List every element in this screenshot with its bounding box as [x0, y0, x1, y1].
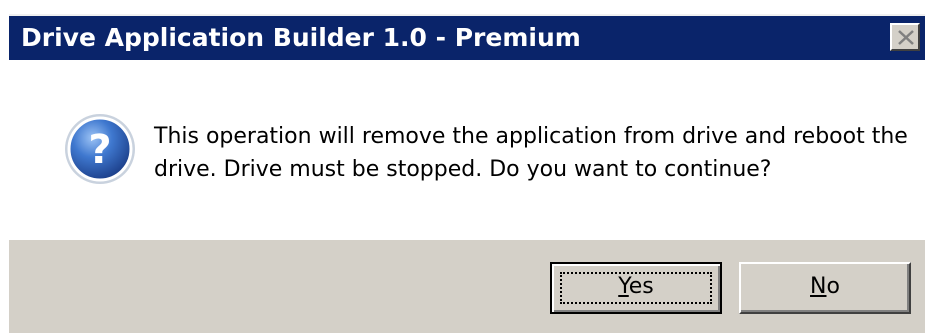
title-bar[interactable]: Drive Application Builder 1.0 - Premium — [9, 14, 925, 60]
message-text: This operation will remove the applicati… — [154, 124, 908, 182]
no-button-label: No — [810, 274, 840, 299]
message-dialog: Drive Application Builder 1.0 - Premium … — [0, 0, 925, 333]
close-button[interactable] — [890, 23, 920, 51]
no-label-rest: o — [826, 274, 840, 299]
question-icon: ? — [65, 114, 135, 184]
yes-accelerator: Y — [618, 274, 629, 299]
no-button[interactable]: No — [739, 262, 911, 314]
button-bar: Yes No — [9, 240, 925, 333]
window-title: Drive Application Builder 1.0 - Premium — [21, 23, 581, 52]
message-area: ? This operation will remove the applica… — [9, 60, 925, 240]
svg-text:?: ? — [88, 127, 111, 173]
yes-button[interactable]: Yes — [550, 262, 722, 314]
yes-button-label: Yes — [618, 274, 654, 299]
close-icon — [898, 30, 914, 45]
yes-label-rest: es — [628, 274, 654, 299]
no-accelerator: N — [810, 274, 827, 299]
